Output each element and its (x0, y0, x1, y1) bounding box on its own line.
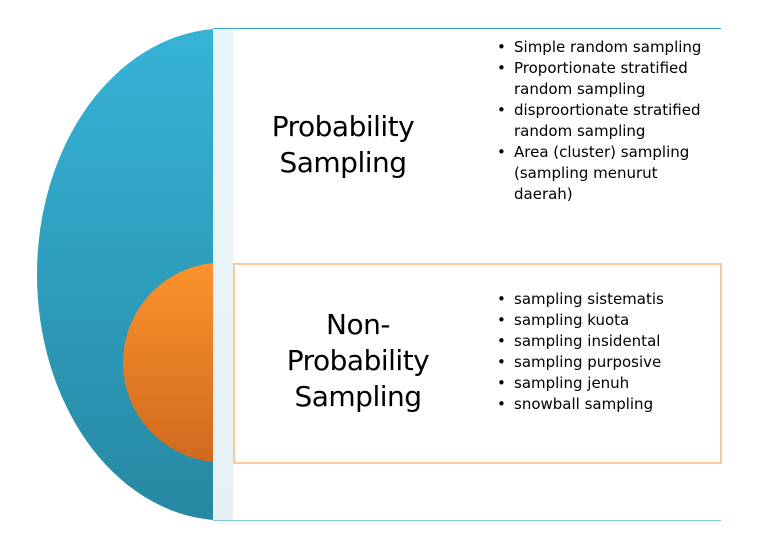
probability-sampling-list: Simple random sampling Proportionate str… (496, 37, 716, 205)
list-item: sampling insidental (496, 331, 716, 352)
list-item: Simple random sampling (496, 37, 716, 58)
list-item: snowball sampling (496, 394, 716, 415)
list-item: sampling purposive (496, 352, 716, 373)
list-item: sampling kuota (496, 310, 716, 331)
list-item: sampling sistematis (496, 289, 716, 310)
title-line: Non- (326, 308, 390, 341)
title-line: Sampling (279, 146, 407, 179)
title-line: Probability (271, 110, 415, 143)
probability-sampling-title: Probability Sampling (243, 109, 443, 181)
non-probability-sampling-list: sampling sistematis sampling kuota sampl… (496, 289, 716, 415)
non-probability-sampling-title: Non- Probability Sampling (243, 307, 473, 415)
outer-panel-top-border (213, 28, 721, 29)
list-item: disproortionate stratified random sampli… (496, 100, 716, 142)
panel-strip (213, 29, 233, 520)
title-line: Sampling (294, 380, 422, 413)
outer-panel-bottom-border (213, 520, 721, 521)
list-item: Proportionate stratified random sampling (496, 58, 716, 100)
list-item: sampling jenuh (496, 373, 716, 394)
title-line: Probability (286, 344, 430, 377)
list-item: Area (cluster) sampling (sampling menuru… (496, 142, 716, 205)
